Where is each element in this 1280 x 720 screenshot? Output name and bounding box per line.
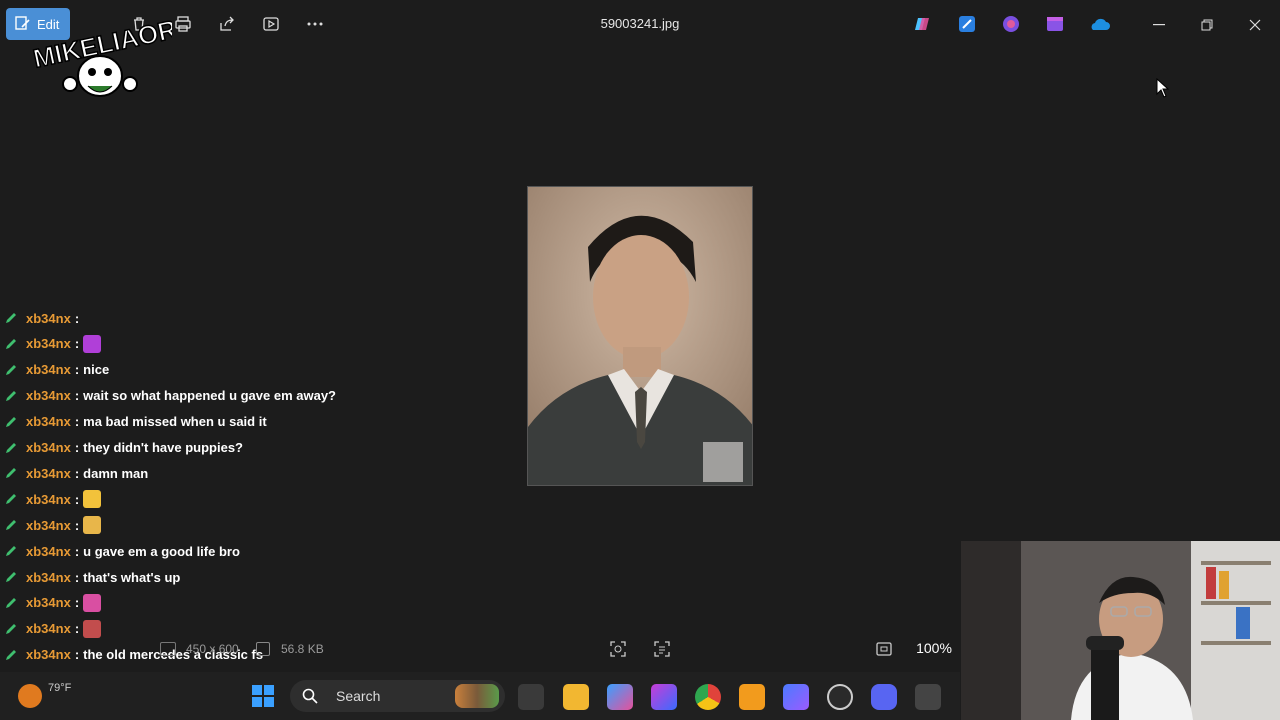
chat-message: xb34nx: that's what's up [0, 565, 180, 589]
weather-icon[interactable] [18, 684, 42, 708]
text-scan-icon[interactable] [653, 640, 671, 663]
fit-to-window-icon[interactable] [875, 640, 893, 663]
onedrive-icon[interactable] [1088, 13, 1110, 35]
chat-username[interactable]: xb34nx [26, 414, 71, 429]
task-view-icon[interactable] [518, 684, 544, 710]
file-name: 59003241.jpg [600, 16, 680, 31]
taskbar-search[interactable]: Search [290, 680, 505, 712]
chat-message: xb34nx: nice [0, 358, 109, 382]
print-icon[interactable] [172, 13, 194, 35]
chat-username[interactable]: xb34nx [26, 440, 71, 455]
chat-message: xb34nx: [0, 487, 102, 511]
video-editor-icon[interactable] [1044, 13, 1066, 35]
close-icon[interactable] [1242, 12, 1268, 38]
visual-search-icon[interactable] [609, 640, 627, 663]
search-icon [302, 688, 318, 704]
chat-emote-icon [83, 593, 102, 612]
brightness-app-icon[interactable] [739, 684, 765, 710]
chat-emote-icon [83, 490, 102, 509]
chat-message: xb34nx: [0, 312, 83, 330]
pencil-badge-icon [6, 572, 16, 582]
chat-message: xb34nx: [0, 332, 102, 356]
chat-text: wait so what happened u gave em away? [83, 388, 337, 404]
maximize-icon[interactable] [1194, 12, 1220, 38]
chat-username[interactable]: xb34nx [26, 518, 71, 533]
title-bar: Edit 59003241.jpg [0, 0, 1280, 50]
chat-message: xb34nx: [0, 591, 102, 615]
file-explorer-icon[interactable] [563, 684, 589, 710]
vpn-app-icon[interactable] [783, 684, 809, 710]
pencil-badge-icon [6, 442, 16, 453]
chat-text: that's what's up [83, 569, 181, 585]
stream-logo: MIKELIAORY [30, 10, 196, 104]
slideshow-icon[interactable] [260, 13, 282, 35]
pencil-badge-icon [6, 416, 16, 427]
image-dimensions: 450 x 600 [186, 642, 239, 656]
search-highlight-icon [455, 684, 499, 708]
file-size-icon [256, 642, 270, 656]
weather-temp: 79°F [48, 682, 72, 694]
chat-message: xb34nx: damn man [0, 461, 148, 485]
pencil-badge-icon [6, 546, 16, 557]
viewed-photo [527, 186, 753, 486]
chat-username[interactable]: xb34nx [26, 570, 71, 585]
pencil-badge-icon [6, 390, 16, 401]
chat-username[interactable]: xb34nx [26, 362, 71, 377]
chat-username[interactable]: xb34nx [26, 312, 71, 326]
chat-text: nice [83, 362, 110, 378]
chat-text: they didn't have puppies? [83, 440, 243, 455]
pencil-badge-icon [6, 520, 16, 531]
chat-emote-icon [83, 516, 102, 535]
pencil-badge-icon [6, 494, 16, 505]
minimize-icon[interactable] [1146, 12, 1172, 38]
file-size: 56.8 KB [281, 642, 324, 656]
chat-username[interactable]: xb34nx [26, 388, 71, 403]
pencil-badge-icon [6, 468, 16, 479]
chat-username[interactable]: xb34nx [26, 492, 71, 507]
chat-username[interactable]: xb34nx [26, 595, 71, 610]
pencil-badge-icon [6, 313, 16, 323]
chat-emote-icon [83, 334, 102, 353]
designer-icon[interactable] [956, 13, 978, 35]
zoom-level[interactable]: 100% [910, 640, 958, 656]
chat-text: damn man [83, 465, 149, 481]
chat-username[interactable]: xb34nx [26, 544, 71, 559]
obs-icon[interactable] [827, 684, 853, 710]
chat-message: xb34nx: they didn't have puppies? [0, 436, 243, 460]
more-icon[interactable] [304, 13, 326, 35]
webcam-overlay [961, 541, 1280, 720]
pencil-badge-icon [6, 597, 16, 608]
chat-message: xb34nx: ma bad missed when u said it [0, 410, 267, 434]
chat-message: xb34nx: u gave em a good life bro [0, 539, 240, 563]
start-icon[interactable] [251, 684, 275, 713]
tray-app-icon[interactable] [915, 684, 941, 710]
chat-message: xb34nx: [0, 513, 102, 537]
chat-username[interactable]: xb34nx [26, 466, 71, 481]
pencil-badge-icon [6, 338, 16, 349]
chat-message: xb34nx: wait so what happened u gave em a… [0, 384, 336, 408]
share-icon[interactable] [216, 13, 238, 35]
status-bar: 450 x 600 56.8 KB [0, 628, 960, 668]
copilot-taskbar-icon[interactable] [607, 684, 633, 710]
chat-text: u gave em a good life bro [83, 543, 240, 559]
mouse-cursor-icon [1156, 77, 1170, 103]
chat-username[interactable]: xb34nx [26, 336, 71, 351]
chat-text: ma bad missed when u said it [83, 414, 267, 430]
search-placeholder: Search [336, 688, 381, 704]
pencil-badge-icon [6, 364, 16, 375]
chrome-icon[interactable] [695, 684, 721, 710]
clipchamp-icon[interactable] [1000, 13, 1022, 35]
photos-app-icon[interactable] [651, 684, 677, 710]
image-size-icon [160, 642, 176, 656]
edit-icon [15, 16, 30, 30]
discord-icon[interactable] [871, 684, 897, 710]
copilot-icon[interactable] [912, 13, 934, 35]
